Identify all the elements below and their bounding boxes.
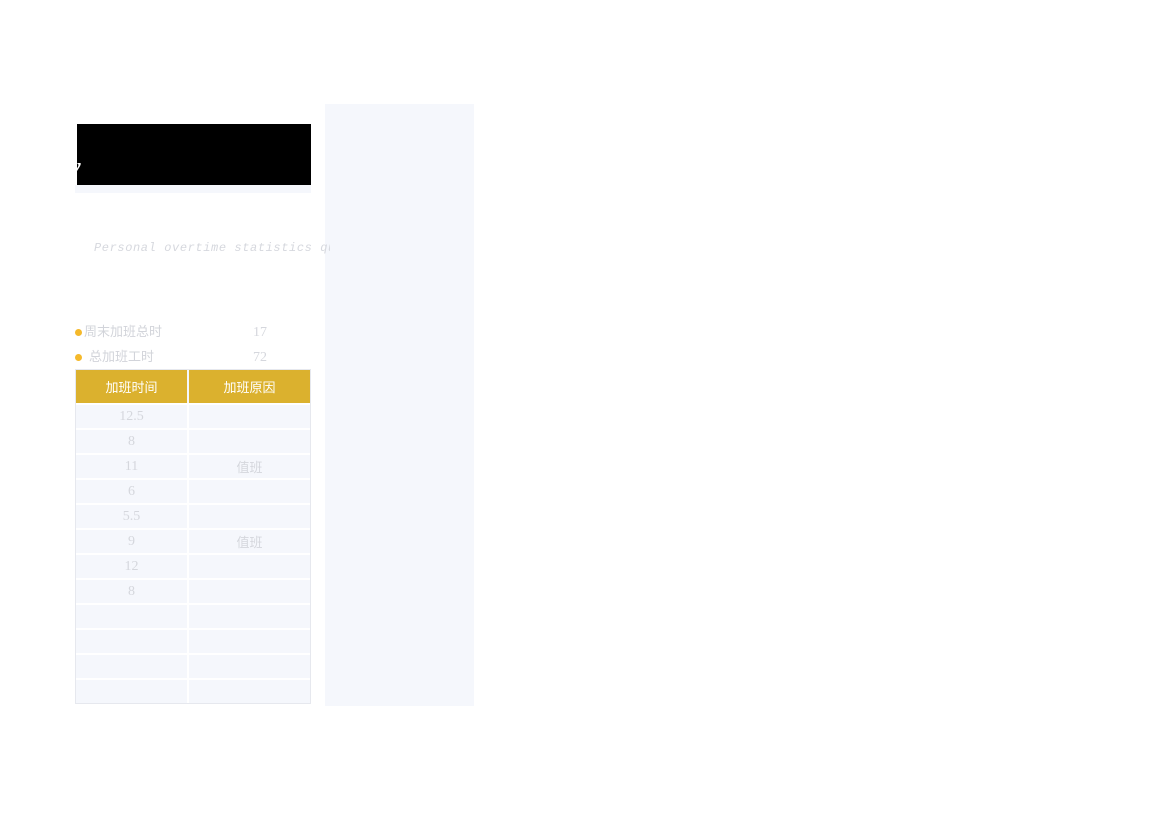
cell-overtime-reason[interactable] — [189, 678, 310, 703]
cell-overtime-reason[interactable] — [189, 578, 310, 603]
cell-overtime-reason[interactable] — [189, 403, 310, 428]
summary-stats-list: 周末加班总时 17 总加班工时 72 — [75, 320, 311, 370]
hero-underline-divider — [75, 185, 311, 193]
cell-overtime-reason[interactable]: 值班 — [189, 453, 310, 478]
table-row[interactable] — [76, 653, 310, 678]
hero-banner: ry — [59, 124, 311, 185]
column-header-overtime-reason[interactable]: 加班原因 — [189, 370, 310, 403]
cell-overtime-hours[interactable]: 12.5 — [76, 403, 189, 428]
cell-overtime-reason[interactable] — [189, 428, 310, 453]
page-subtitle: Personal overtime statistics qu — [94, 241, 330, 255]
cell-overtime-hours[interactable]: 11 — [76, 453, 189, 478]
column-header-overtime-hours[interactable]: 加班时间 — [76, 370, 189, 403]
page-title: ry — [59, 152, 81, 181]
summary-row-weekend-overtime: 周末加班总时 17 — [75, 320, 311, 345]
cell-overtime-reason[interactable] — [189, 503, 310, 528]
cell-overtime-hours[interactable]: 9 — [76, 528, 189, 553]
cell-overtime-hours[interactable]: 6 — [76, 478, 189, 503]
table-row[interactable] — [76, 603, 310, 628]
cell-overtime-reason[interactable]: 值班 — [189, 528, 310, 553]
cell-overtime-hours[interactable] — [76, 628, 189, 653]
cell-overtime-reason[interactable] — [189, 553, 310, 578]
summary-label: 总加班工时 — [89, 349, 155, 365]
cell-overtime-hours[interactable]: 8 — [76, 578, 189, 603]
table-row[interactable]: 5.5 — [76, 503, 310, 528]
table-header: 加班时间 加班原因 — [76, 370, 310, 403]
table-row[interactable]: 12.5 — [76, 403, 310, 428]
table-row[interactable]: 8 — [76, 578, 310, 603]
summary-label: 周末加班总时 — [84, 324, 163, 340]
bullet-dot-icon — [75, 354, 82, 361]
cell-overtime-hours[interactable] — [76, 603, 189, 628]
table-row[interactable]: 11 值班 — [76, 453, 310, 478]
summary-value: 17 — [253, 324, 267, 340]
table-header-row: 加班时间 加班原因 — [76, 370, 310, 403]
table-row[interactable]: 9 值班 — [76, 528, 310, 553]
table-row[interactable]: 12 — [76, 553, 310, 578]
cell-overtime-hours[interactable] — [76, 678, 189, 703]
table-row[interactable]: 8 — [76, 428, 310, 453]
cell-overtime-reason[interactable] — [189, 478, 310, 503]
cell-overtime-reason[interactable] — [189, 603, 310, 628]
cell-overtime-reason[interactable] — [189, 628, 310, 653]
cell-overtime-hours[interactable]: 12 — [76, 553, 189, 578]
summary-value: 72 — [253, 349, 267, 365]
cell-overtime-hours[interactable] — [76, 653, 189, 678]
cell-overtime-reason[interactable] — [189, 653, 310, 678]
table-row[interactable] — [76, 678, 310, 703]
table-body: 12.5 8 11 值班 6 5.5 9 值班 12 8 — [76, 403, 310, 703]
table-row[interactable]: 6 — [76, 478, 310, 503]
table-row[interactable] — [76, 628, 310, 653]
overtime-table: 加班时间 加班原因 12.5 8 11 值班 6 5.5 9 值班 12 8 — [75, 369, 311, 704]
bullet-dot-icon — [75, 329, 82, 336]
cell-overtime-hours[interactable]: 5.5 — [76, 503, 189, 528]
summary-row-total-overtime: 总加班工时 72 — [75, 345, 311, 370]
cell-overtime-hours[interactable]: 8 — [76, 428, 189, 453]
